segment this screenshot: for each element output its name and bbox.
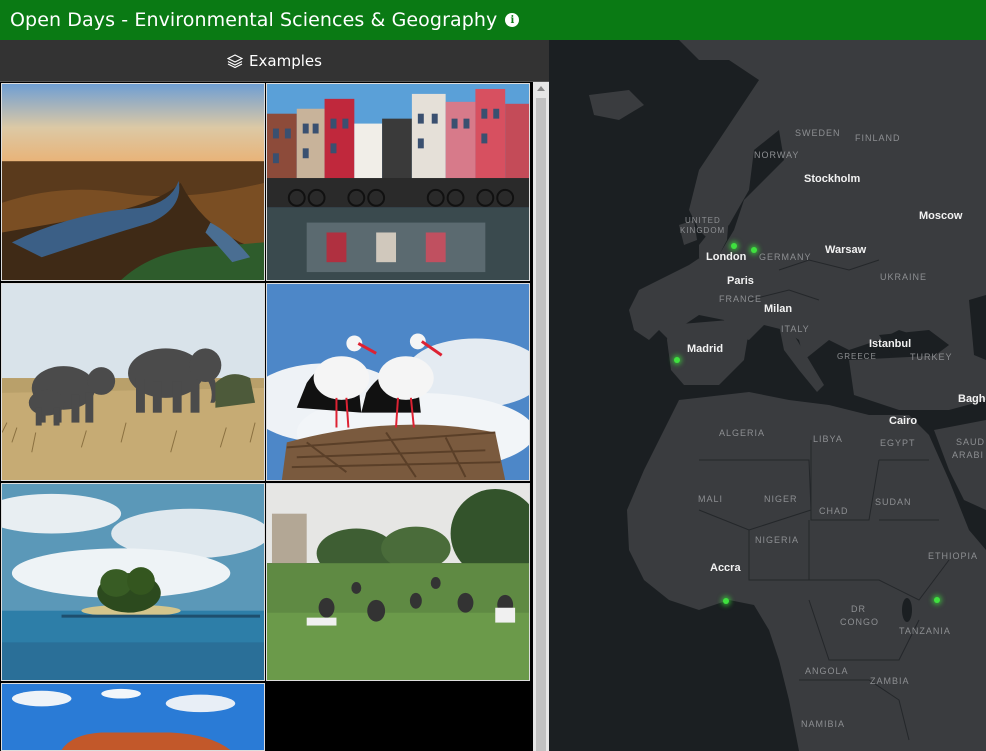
label-zambia: ZAMBIA [870, 676, 910, 686]
label-egypt: EGYPT [880, 438, 916, 448]
label-sudan: SUDAN [875, 497, 912, 507]
scroll-up-icon[interactable] [537, 86, 545, 91]
label-moscow: Moscow [919, 210, 963, 222]
examples-gallery [0, 82, 533, 751]
label-italy: ITALY [781, 324, 810, 334]
label-norway: NORWAY [754, 150, 800, 160]
uluru-rock-photo[interactable] [1, 683, 265, 751]
label-greece: GREECE [837, 352, 877, 361]
amsterdam-canal-houses-photo[interactable] [266, 83, 530, 281]
label-baghdad: Bagho [958, 393, 986, 405]
panel-header: Examples [0, 40, 549, 82]
map-marker-belgium[interactable] [751, 247, 757, 253]
label-finland: FINLAND [855, 133, 901, 143]
gallery-scrollbar[interactable] [533, 82, 549, 751]
map-marker-ghana[interactable] [723, 598, 729, 604]
elephants-savanna-photo[interactable] [1, 283, 265, 481]
map-basemap [589, 40, 986, 751]
label-stockholm: Stockholm [804, 173, 861, 185]
label-drc-line2: CONGO [840, 617, 880, 627]
storks-nest-photo[interactable] [266, 283, 530, 481]
layers-icon [227, 53, 244, 68]
label-istanbul: Istanbul [869, 338, 912, 350]
map-marker-east-africa[interactable] [934, 597, 940, 603]
label-mali: MALI [698, 494, 724, 504]
label-drc-line1: DR [851, 604, 866, 614]
label-france: FRANCE [719, 294, 763, 304]
label-libya: LIBYA [813, 434, 843, 444]
label-tanzania: TANZANIA [899, 626, 951, 636]
label-madrid: Madrid [687, 343, 724, 355]
map-marker-london[interactable] [731, 243, 737, 249]
world-map[interactable]: SWEDEN FINLAND NORWAY Stockholm Moscow U… [549, 40, 986, 751]
label-saudi-line2: ARABI [952, 450, 985, 460]
wetland-river-photo[interactable] [1, 83, 265, 281]
map-marker-portugal[interactable] [674, 357, 680, 363]
label-niger: NIGER [764, 494, 798, 504]
label-uk-line1: UNITED [685, 216, 721, 225]
scrollbar-thumb[interactable] [536, 98, 546, 751]
app-header: Open Days - Environmental Sciences & Geo… [0, 0, 986, 40]
label-algeria: ALGERIA [719, 428, 766, 438]
label-milan: Milan [764, 303, 793, 315]
label-germany: GERMANY [759, 252, 812, 262]
label-london: London [706, 251, 747, 263]
examples-panel: Examples [0, 40, 549, 751]
label-paris: Paris [727, 275, 754, 287]
label-cairo: Cairo [889, 415, 918, 427]
app-title: Open Days - Environmental Sciences & Geo… [10, 9, 498, 31]
info-icon[interactable]: i [505, 13, 520, 27]
label-turkey: TURKEY [910, 352, 953, 362]
panel-title: Examples [249, 51, 322, 70]
park-picnic-photo[interactable] [266, 483, 530, 681]
label-ethiopia: ETHIOPIA [928, 551, 979, 561]
label-chad: CHAD [819, 506, 849, 516]
label-ukraine: UKRAINE [880, 272, 928, 282]
label-namibia: NAMIBIA [801, 719, 846, 729]
label-sweden: SWEDEN [795, 128, 841, 138]
label-uk-line2: KINGDOM [680, 226, 726, 235]
label-warsaw: Warsaw [825, 244, 867, 256]
label-nigeria: NIGERIA [755, 535, 800, 545]
label-saudi-line1: SAUD [956, 437, 986, 447]
label-angola: ANGOLA [805, 666, 849, 676]
tropical-island-photo[interactable] [1, 483, 265, 681]
label-accra: Accra [710, 562, 741, 574]
